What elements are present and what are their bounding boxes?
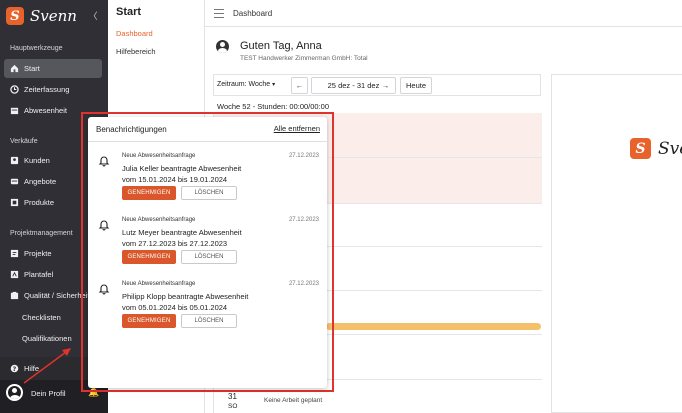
work-progress-bar — [326, 323, 541, 330]
clock-icon — [10, 85, 19, 94]
sidebar-item-label: Hilfe — [24, 364, 40, 373]
sidebar-item-label: Zeiterfassung — [24, 85, 70, 94]
planboard-icon — [10, 270, 19, 279]
section-title-main-tools: Hauptwerkzeuge — [10, 45, 63, 52]
approve-button[interactable]: GENEHMIGEN — [122, 314, 176, 328]
sidebar-item-label: Kunden — [24, 156, 50, 165]
notification-message: Philipp Klopp beantragte Abwesenheit — [122, 292, 249, 301]
preview-logo-mark: S — [630, 138, 651, 159]
bell-icon — [98, 220, 110, 231]
sidebar-item-label: Angebote — [24, 177, 57, 186]
section-title-sales: Verkäufe — [10, 138, 38, 145]
no-work-text: Keine Arbeit geplant — [264, 397, 323, 404]
subnav-item-help-area[interactable]: Hilfebereich — [116, 47, 156, 56]
notification-date: 27.12.2023 — [288, 217, 319, 223]
today-button[interactable]: Heute — [400, 77, 432, 94]
subnav-item-dashboard[interactable]: Dashboard — [116, 29, 153, 38]
customers-icon — [10, 156, 19, 165]
delete-button[interactable]: LÖSCHEN — [181, 186, 237, 200]
approve-button[interactable]: GENEHMIGEN — [122, 250, 176, 264]
period-select-label: Zeitraum: Woche — [217, 81, 271, 88]
sidebar-item-label: Plantafel — [24, 270, 54, 279]
notifications-popup: Benachrichtigungen Alle entfernen Neue A… — [88, 117, 327, 388]
approve-button[interactable]: GENEHMIGEN — [122, 186, 176, 200]
notification-period: vom 15.01.2024 bis 19.01.2024 — [122, 175, 228, 184]
popup-title: Benachrichtigungen — [96, 125, 167, 134]
sidebar-subitem-checklists[interactable]: Checklisten — [22, 313, 61, 322]
svg-text:?: ? — [13, 366, 17, 373]
notification-item: Neue Abwesenheitsanfrage 27.12.2023 Juli… — [88, 151, 327, 213]
day-abbreviation: SO — [228, 403, 238, 410]
period-controls: Zeitraum: Woche ▾ ← 25 dez - 31 dez → He… — [213, 74, 541, 96]
preview-logo-text: Svenn — [658, 138, 682, 159]
preview-panel — [551, 74, 682, 413]
breadcrumb: Dashboard — [233, 9, 273, 18]
notification-type: Neue Abwesenheitsanfrage — [122, 217, 196, 223]
projects-icon — [10, 249, 19, 258]
day-number: 31 — [228, 392, 237, 401]
bell-icon — [98, 284, 110, 295]
sidebar-item-label: Qualität / Sicherheit — [24, 291, 90, 300]
notification-date: 27.12.2023 — [288, 281, 319, 287]
sidebar-item-start[interactable]: Start — [4, 59, 102, 78]
help-icon: ? — [10, 364, 19, 373]
logo-text: Svenn — [30, 7, 77, 25]
user-avatar-icon — [216, 40, 229, 53]
sidebar-subitem-qualifications[interactable]: Qualifikationen — [22, 334, 72, 343]
notification-type: Neue Abwesenheitsanfrage — [122, 281, 196, 287]
next-week-button[interactable]: → — [377, 77, 394, 94]
bell-icon — [98, 156, 110, 167]
profile-avatar-icon[interactable] — [6, 384, 23, 401]
notification-period: vom 05.01.2024 bis 05.01.2024 — [122, 303, 228, 312]
quality-icon — [10, 291, 19, 300]
notification-item: Neue Abwesenheitsanfrage 27.12.2023 Phil… — [88, 279, 327, 341]
section-title-project-management: Projektmanagement — [10, 230, 73, 237]
menu-icon[interactable] — [214, 9, 224, 18]
logo-mark: S — [6, 7, 24, 25]
period-select[interactable]: Zeitraum: Woche ▾ — [217, 81, 275, 88]
offers-icon — [10, 177, 19, 186]
calendar-icon — [10, 106, 19, 115]
profile-label[interactable]: Dein Profil — [31, 389, 66, 398]
notification-message: Julia Keller beantragte Abwesenheit — [122, 164, 242, 173]
notification-date: 27.12.2023 — [288, 153, 319, 159]
products-icon — [10, 198, 19, 207]
prev-week-button[interactable]: ← — [291, 77, 308, 94]
top-bar: Dashboard — [205, 0, 682, 27]
notification-item: Neue Abwesenheitsanfrage 27.12.2023 Lutz… — [88, 215, 327, 277]
collapse-sidebar-icon[interactable]: 〈 — [86, 8, 100, 22]
notification-message: Lutz Meyer beantragte Abwesenheit — [122, 228, 242, 237]
sidebar-item-time-tracking[interactable]: Zeiterfassung — [4, 80, 102, 99]
notification-type: Neue Abwesenheitsanfrage — [122, 153, 196, 159]
clear-all-link[interactable]: Alle entfernen — [274, 124, 320, 133]
app-logo[interactable]: S Svenn — [6, 7, 77, 25]
home-icon — [10, 64, 19, 73]
sidebar-item-label: Projekte — [24, 249, 52, 258]
delete-button[interactable]: LÖSCHEN — [181, 250, 237, 264]
preview-logo: S Svenn — [630, 138, 682, 159]
week-summary: Woche 52 - Stunden: 00:00/00:00 — [217, 102, 330, 111]
company-name: TEST Handwerker Zimmerman GmbH: Total — [240, 55, 368, 62]
sidebar-item-label: Abwesenheit — [24, 106, 67, 115]
sidebar-item-label: Produkte — [24, 198, 55, 207]
delete-button[interactable]: LÖSCHEN — [181, 314, 237, 328]
notification-period: vom 27.12.2023 bis 27.12.2023 — [122, 239, 228, 248]
divider — [88, 141, 327, 142]
sidebar-item-label: Start — [24, 64, 40, 73]
chevron-down-icon: ▾ — [272, 82, 276, 88]
subnav-title: Start — [116, 6, 142, 18]
page-title: Guten Tag, Anna — [240, 40, 322, 52]
